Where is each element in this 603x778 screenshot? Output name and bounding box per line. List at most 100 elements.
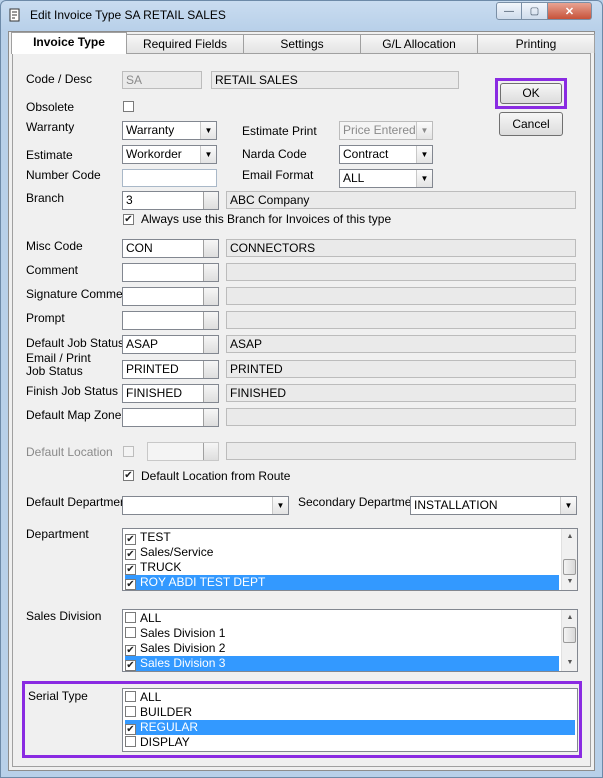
number-code-field[interactable] bbox=[122, 169, 217, 187]
warranty-label: Warranty bbox=[26, 120, 75, 134]
item-checkbox[interactable] bbox=[125, 691, 136, 702]
scroll-up-icon[interactable]: ▲ bbox=[562, 610, 577, 626]
default-location-desc bbox=[226, 442, 576, 460]
lookup-button[interactable] bbox=[203, 385, 218, 402]
scroll-thumb[interactable] bbox=[563, 559, 576, 575]
list-item[interactable]: DISPLAY bbox=[125, 735, 575, 750]
misc-code-label: Misc Code bbox=[26, 239, 83, 253]
secondary-department-label: Secondary Department bbox=[298, 495, 422, 509]
department-scrollbar[interactable]: ▲ ▼ bbox=[561, 529, 577, 590]
default-location-label: Default Location bbox=[26, 445, 113, 459]
list-item[interactable]: ALL bbox=[125, 690, 575, 705]
ok-button[interactable]: OK bbox=[500, 83, 562, 104]
scroll-down-icon[interactable]: ▼ bbox=[562, 655, 577, 671]
always-branch-checkbox[interactable]: ✔ bbox=[123, 214, 134, 225]
item-checkbox[interactable]: ✔ bbox=[125, 724, 136, 735]
item-checkbox[interactable] bbox=[125, 612, 136, 623]
maximize-icon: ▢ bbox=[529, 5, 540, 17]
tab-gl-allocation[interactable]: G/L Allocation bbox=[360, 34, 478, 53]
department-label: Department bbox=[26, 527, 89, 541]
chevron-down-icon: ▼ bbox=[200, 146, 216, 163]
department-list[interactable]: ✔ TEST ✔ Sales/Service ✔ TRUCK ✔ ROY ABDI TE… bbox=[122, 528, 578, 591]
title-bar[interactable]: Edit Invoice Type SA RETAIL SALES — ▢ ✕ bbox=[1, 1, 602, 29]
narda-code-select[interactable]: Contract ▼ bbox=[339, 145, 433, 164]
prompt-label: Prompt bbox=[26, 311, 65, 325]
item-label: Sales/Service bbox=[140, 545, 214, 559]
comment-lookup[interactable] bbox=[122, 263, 219, 282]
lookup-button[interactable] bbox=[203, 240, 218, 257]
lookup-button[interactable] bbox=[203, 192, 218, 209]
item-label: TEST bbox=[140, 530, 171, 544]
tab-required-fields[interactable]: Required Fields bbox=[126, 34, 244, 53]
sales-division-scrollbar[interactable]: ▲ ▼ bbox=[561, 610, 577, 671]
default-job-status-desc: ASAP bbox=[226, 335, 576, 353]
list-item[interactable]: ✔ TEST bbox=[125, 530, 559, 545]
serial-type-list[interactable]: ALL BUILDER ✔ REGULAR DISPLAY bbox=[122, 688, 578, 752]
minimize-button[interactable]: — bbox=[496, 2, 522, 20]
signature-comment-desc-field bbox=[226, 287, 576, 305]
item-label: ROY ABDI TEST DEPT bbox=[140, 575, 266, 589]
item-checkbox[interactable]: ✔ bbox=[125, 549, 136, 560]
desc-field[interactable]: RETAIL SALES bbox=[211, 71, 459, 89]
chevron-down-icon: ▼ bbox=[416, 122, 432, 139]
close-button[interactable]: ✕ bbox=[548, 2, 592, 20]
item-label: DISPLAY bbox=[140, 735, 190, 749]
item-checkbox[interactable]: ✔ bbox=[125, 579, 136, 590]
code-desc-label: Code / Desc bbox=[26, 72, 93, 86]
list-item[interactable]: ALL bbox=[125, 611, 559, 626]
list-item[interactable]: ✔ TRUCK bbox=[125, 560, 559, 575]
obsolete-label: Obsolete bbox=[26, 100, 75, 114]
email-format-select[interactable]: ALL ▼ bbox=[339, 169, 433, 188]
tab-printing[interactable]: Printing bbox=[477, 34, 595, 53]
item-checkbox[interactable]: ✔ bbox=[125, 645, 136, 656]
lookup-button[interactable] bbox=[203, 336, 218, 353]
sales-division-list[interactable]: ALL Sales Division 1 ✔ Sales Division 2 ✔… bbox=[122, 609, 578, 672]
item-checkbox[interactable]: ✔ bbox=[125, 660, 136, 671]
warranty-select[interactable]: Warranty ▼ bbox=[122, 121, 217, 140]
warranty-value: Warranty bbox=[126, 123, 175, 137]
finish-job-status-lookup[interactable]: FINISHED bbox=[122, 384, 219, 403]
list-item[interactable]: ✔ Sales Division 3 bbox=[125, 656, 559, 671]
item-label: Sales Division 3 bbox=[140, 656, 226, 670]
default-job-status-lookup[interactable]: ASAP bbox=[122, 335, 219, 354]
tab-settings[interactable]: Settings bbox=[243, 34, 361, 53]
maximize-button[interactable]: ▢ bbox=[522, 2, 548, 20]
secondary-department-value: INSTALLATION bbox=[414, 498, 498, 512]
item-checkbox[interactable]: ✔ bbox=[125, 534, 136, 545]
list-item[interactable]: BUILDER bbox=[125, 705, 575, 720]
list-item[interactable]: ✔ ROY ABDI TEST DEPT bbox=[125, 575, 559, 590]
obsolete-checkbox[interactable] bbox=[123, 101, 134, 112]
scroll-thumb[interactable] bbox=[563, 627, 576, 643]
scroll-down-icon[interactable]: ▼ bbox=[562, 574, 577, 590]
default-department-select[interactable]: ▼ bbox=[122, 496, 289, 515]
email-print-job-status-lookup[interactable]: PRINTED bbox=[122, 360, 219, 379]
branch-lookup[interactable]: 3 bbox=[122, 191, 219, 210]
email-print-job-status-desc: PRINTED bbox=[226, 360, 576, 378]
item-checkbox[interactable] bbox=[125, 627, 136, 638]
default-location-from-route-checkbox[interactable]: ✔ bbox=[123, 470, 134, 481]
item-checkbox[interactable] bbox=[125, 706, 136, 717]
prompt-lookup[interactable] bbox=[122, 311, 219, 330]
default-map-zone-lookup[interactable] bbox=[122, 408, 219, 427]
secondary-department-select[interactable]: INSTALLATION ▼ bbox=[410, 496, 577, 515]
lookup-button[interactable] bbox=[203, 288, 218, 305]
item-checkbox[interactable] bbox=[125, 736, 136, 747]
misc-code-lookup[interactable]: CON bbox=[122, 239, 219, 258]
lookup-button[interactable] bbox=[203, 264, 218, 281]
list-item[interactable]: Sales Division 1 bbox=[125, 626, 559, 641]
lookup-button[interactable] bbox=[203, 361, 218, 378]
item-checkbox[interactable]: ✔ bbox=[125, 564, 136, 575]
lookup-button[interactable] bbox=[203, 312, 218, 329]
item-label: BUILDER bbox=[140, 705, 193, 719]
scroll-up-icon[interactable]: ▲ bbox=[562, 529, 577, 545]
estimate-select[interactable]: Workorder ▼ bbox=[122, 145, 217, 164]
cancel-button[interactable]: Cancel bbox=[499, 112, 563, 136]
list-item[interactable]: ✔ Sales/Service bbox=[125, 545, 559, 560]
tab-invoice-type[interactable]: Invoice Type bbox=[11, 32, 127, 54]
list-item[interactable]: ✔ Sales Division 2 bbox=[125, 641, 559, 656]
list-item[interactable]: ✔ REGULAR bbox=[125, 720, 575, 735]
estimate-value: Workorder bbox=[126, 147, 182, 161]
lookup-button[interactable] bbox=[203, 409, 218, 426]
estimate-label: Estimate bbox=[26, 148, 73, 162]
signature-comment-lookup[interactable] bbox=[122, 287, 219, 306]
